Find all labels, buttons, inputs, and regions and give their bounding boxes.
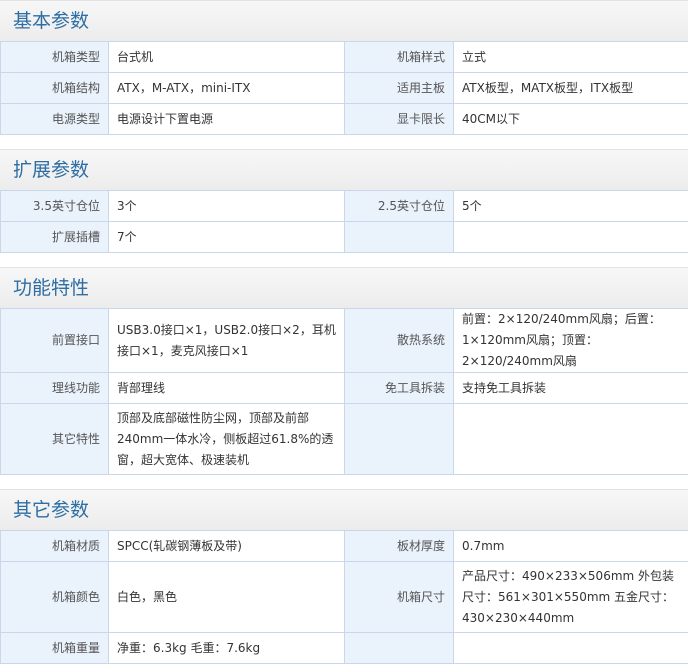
- spec-row: 机箱结构ATX，M-ATX，mini-ITX适用主板ATX板型，MATX板型，I…: [1, 73, 688, 104]
- spec-label: 机箱重量: [1, 633, 109, 664]
- spec-label: 显卡限长: [345, 104, 454, 135]
- spec-table: 3.5英寸仓位3个2.5英寸仓位5个扩展插槽7个: [0, 190, 688, 253]
- spec-label: 机箱结构: [1, 73, 109, 104]
- spec-label: [345, 222, 454, 253]
- spec-row: 机箱重量净重：6.3kg 毛重：7.6kg: [1, 633, 688, 664]
- spec-label: 前置接口: [1, 309, 109, 373]
- spec-value: 立式: [454, 42, 688, 73]
- spec-label: 机箱样式: [345, 42, 454, 73]
- spec-value: 前置：2×120/240mm风扇；后置：1×120mm风扇；顶置：2×120/2…: [454, 309, 688, 373]
- spec-value: ATX板型，MATX板型，ITX板型: [454, 73, 688, 104]
- section-title: 扩展参数: [0, 149, 688, 190]
- spec-label: 机箱材质: [1, 531, 109, 562]
- spec-label: 理线功能: [1, 373, 109, 404]
- section-gap: [0, 253, 688, 267]
- spec-label: 机箱尺寸: [345, 562, 454, 633]
- spec-label: 电源类型: [1, 104, 109, 135]
- spec-value: [454, 633, 688, 664]
- spec-value: 3个: [109, 191, 345, 222]
- spec-row: 前置接口USB3.0接口×1，USB2.0接口×2，耳机接口×1，麦克风接口×1…: [1, 309, 688, 373]
- spec-value: [454, 222, 688, 253]
- section-expansion: 扩展参数3.5英寸仓位3个2.5英寸仓位5个扩展插槽7个: [0, 149, 688, 253]
- spec-table: 机箱类型台式机机箱样式立式机箱结构ATX，M-ATX，mini-ITX适用主板A…: [0, 41, 688, 135]
- spec-value: 白色，黑色: [109, 562, 345, 633]
- spec-value: 电源设计下置电源: [109, 104, 345, 135]
- spec-label: 散热系统: [345, 309, 454, 373]
- spec-label: 机箱颜色: [1, 562, 109, 633]
- spec-row: 机箱材质SPCC(轧碳钢薄板及带)板材厚度0.7mm: [1, 531, 688, 562]
- spec-label: 其它特性: [1, 404, 109, 475]
- spec-table: 前置接口USB3.0接口×1，USB2.0接口×2，耳机接口×1，麦克风接口×1…: [0, 308, 688, 475]
- spec-label: [345, 404, 454, 475]
- spec-value: 7个: [109, 222, 345, 253]
- spec-page: 基本参数机箱类型台式机机箱样式立式机箱结构ATX，M-ATX，mini-ITX适…: [0, 0, 688, 664]
- section-gap: [0, 135, 688, 149]
- spec-row: 3.5英寸仓位3个2.5英寸仓位5个: [1, 191, 688, 222]
- spec-row: 理线功能背部理线免工具拆装支持免工具拆装: [1, 373, 688, 404]
- section-gap: [0, 475, 688, 489]
- section-basic: 基本参数机箱类型台式机机箱样式立式机箱结构ATX，M-ATX，mini-ITX适…: [0, 0, 688, 135]
- spec-row: 扩展插槽7个: [1, 222, 688, 253]
- spec-row: 机箱颜色白色，黑色机箱尺寸产品尺寸：490×233×506mm 外包装尺寸：56…: [1, 562, 688, 633]
- spec-row: 机箱类型台式机机箱样式立式: [1, 42, 688, 73]
- spec-value: SPCC(轧碳钢薄板及带): [109, 531, 345, 562]
- spec-label: 板材厚度: [345, 531, 454, 562]
- spec-label: [345, 633, 454, 664]
- spec-value: 顶部及底部磁性防尘网，顶部及前部240mm一体水冷，侧板超过61.8%的透窗，超…: [109, 404, 345, 475]
- spec-value: 5个: [454, 191, 688, 222]
- section-features: 功能特性前置接口USB3.0接口×1，USB2.0接口×2，耳机接口×1，麦克风…: [0, 267, 688, 475]
- spec-value: 支持免工具拆装: [454, 373, 688, 404]
- spec-label: 适用主板: [345, 73, 454, 104]
- spec-value: 产品尺寸：490×233×506mm 外包装尺寸：561×301×550mm 五…: [454, 562, 688, 633]
- section-title: 其它参数: [0, 489, 688, 530]
- spec-table: 机箱材质SPCC(轧碳钢薄板及带)板材厚度0.7mm机箱颜色白色，黑色机箱尺寸产…: [0, 530, 688, 664]
- spec-label: 2.5英寸仓位: [345, 191, 454, 222]
- spec-label: 机箱类型: [1, 42, 109, 73]
- spec-value: 0.7mm: [454, 531, 688, 562]
- spec-value: ATX，M-ATX，mini-ITX: [109, 73, 345, 104]
- spec-value: [454, 404, 688, 475]
- section-other: 其它参数机箱材质SPCC(轧碳钢薄板及带)板材厚度0.7mm机箱颜色白色，黑色机…: [0, 489, 688, 664]
- spec-value: 背部理线: [109, 373, 345, 404]
- spec-row: 电源类型电源设计下置电源显卡限长40CM以下: [1, 104, 688, 135]
- spec-value: 台式机: [109, 42, 345, 73]
- spec-label: 扩展插槽: [1, 222, 109, 253]
- spec-value: 40CM以下: [454, 104, 688, 135]
- spec-label: 免工具拆装: [345, 373, 454, 404]
- spec-value: 净重：6.3kg 毛重：7.6kg: [109, 633, 345, 664]
- spec-value: USB3.0接口×1，USB2.0接口×2，耳机接口×1，麦克风接口×1: [109, 309, 345, 373]
- section-title: 基本参数: [0, 0, 688, 41]
- section-title: 功能特性: [0, 267, 688, 308]
- spec-row: 其它特性顶部及底部磁性防尘网，顶部及前部240mm一体水冷，侧板超过61.8%的…: [1, 404, 688, 475]
- spec-label: 3.5英寸仓位: [1, 191, 109, 222]
